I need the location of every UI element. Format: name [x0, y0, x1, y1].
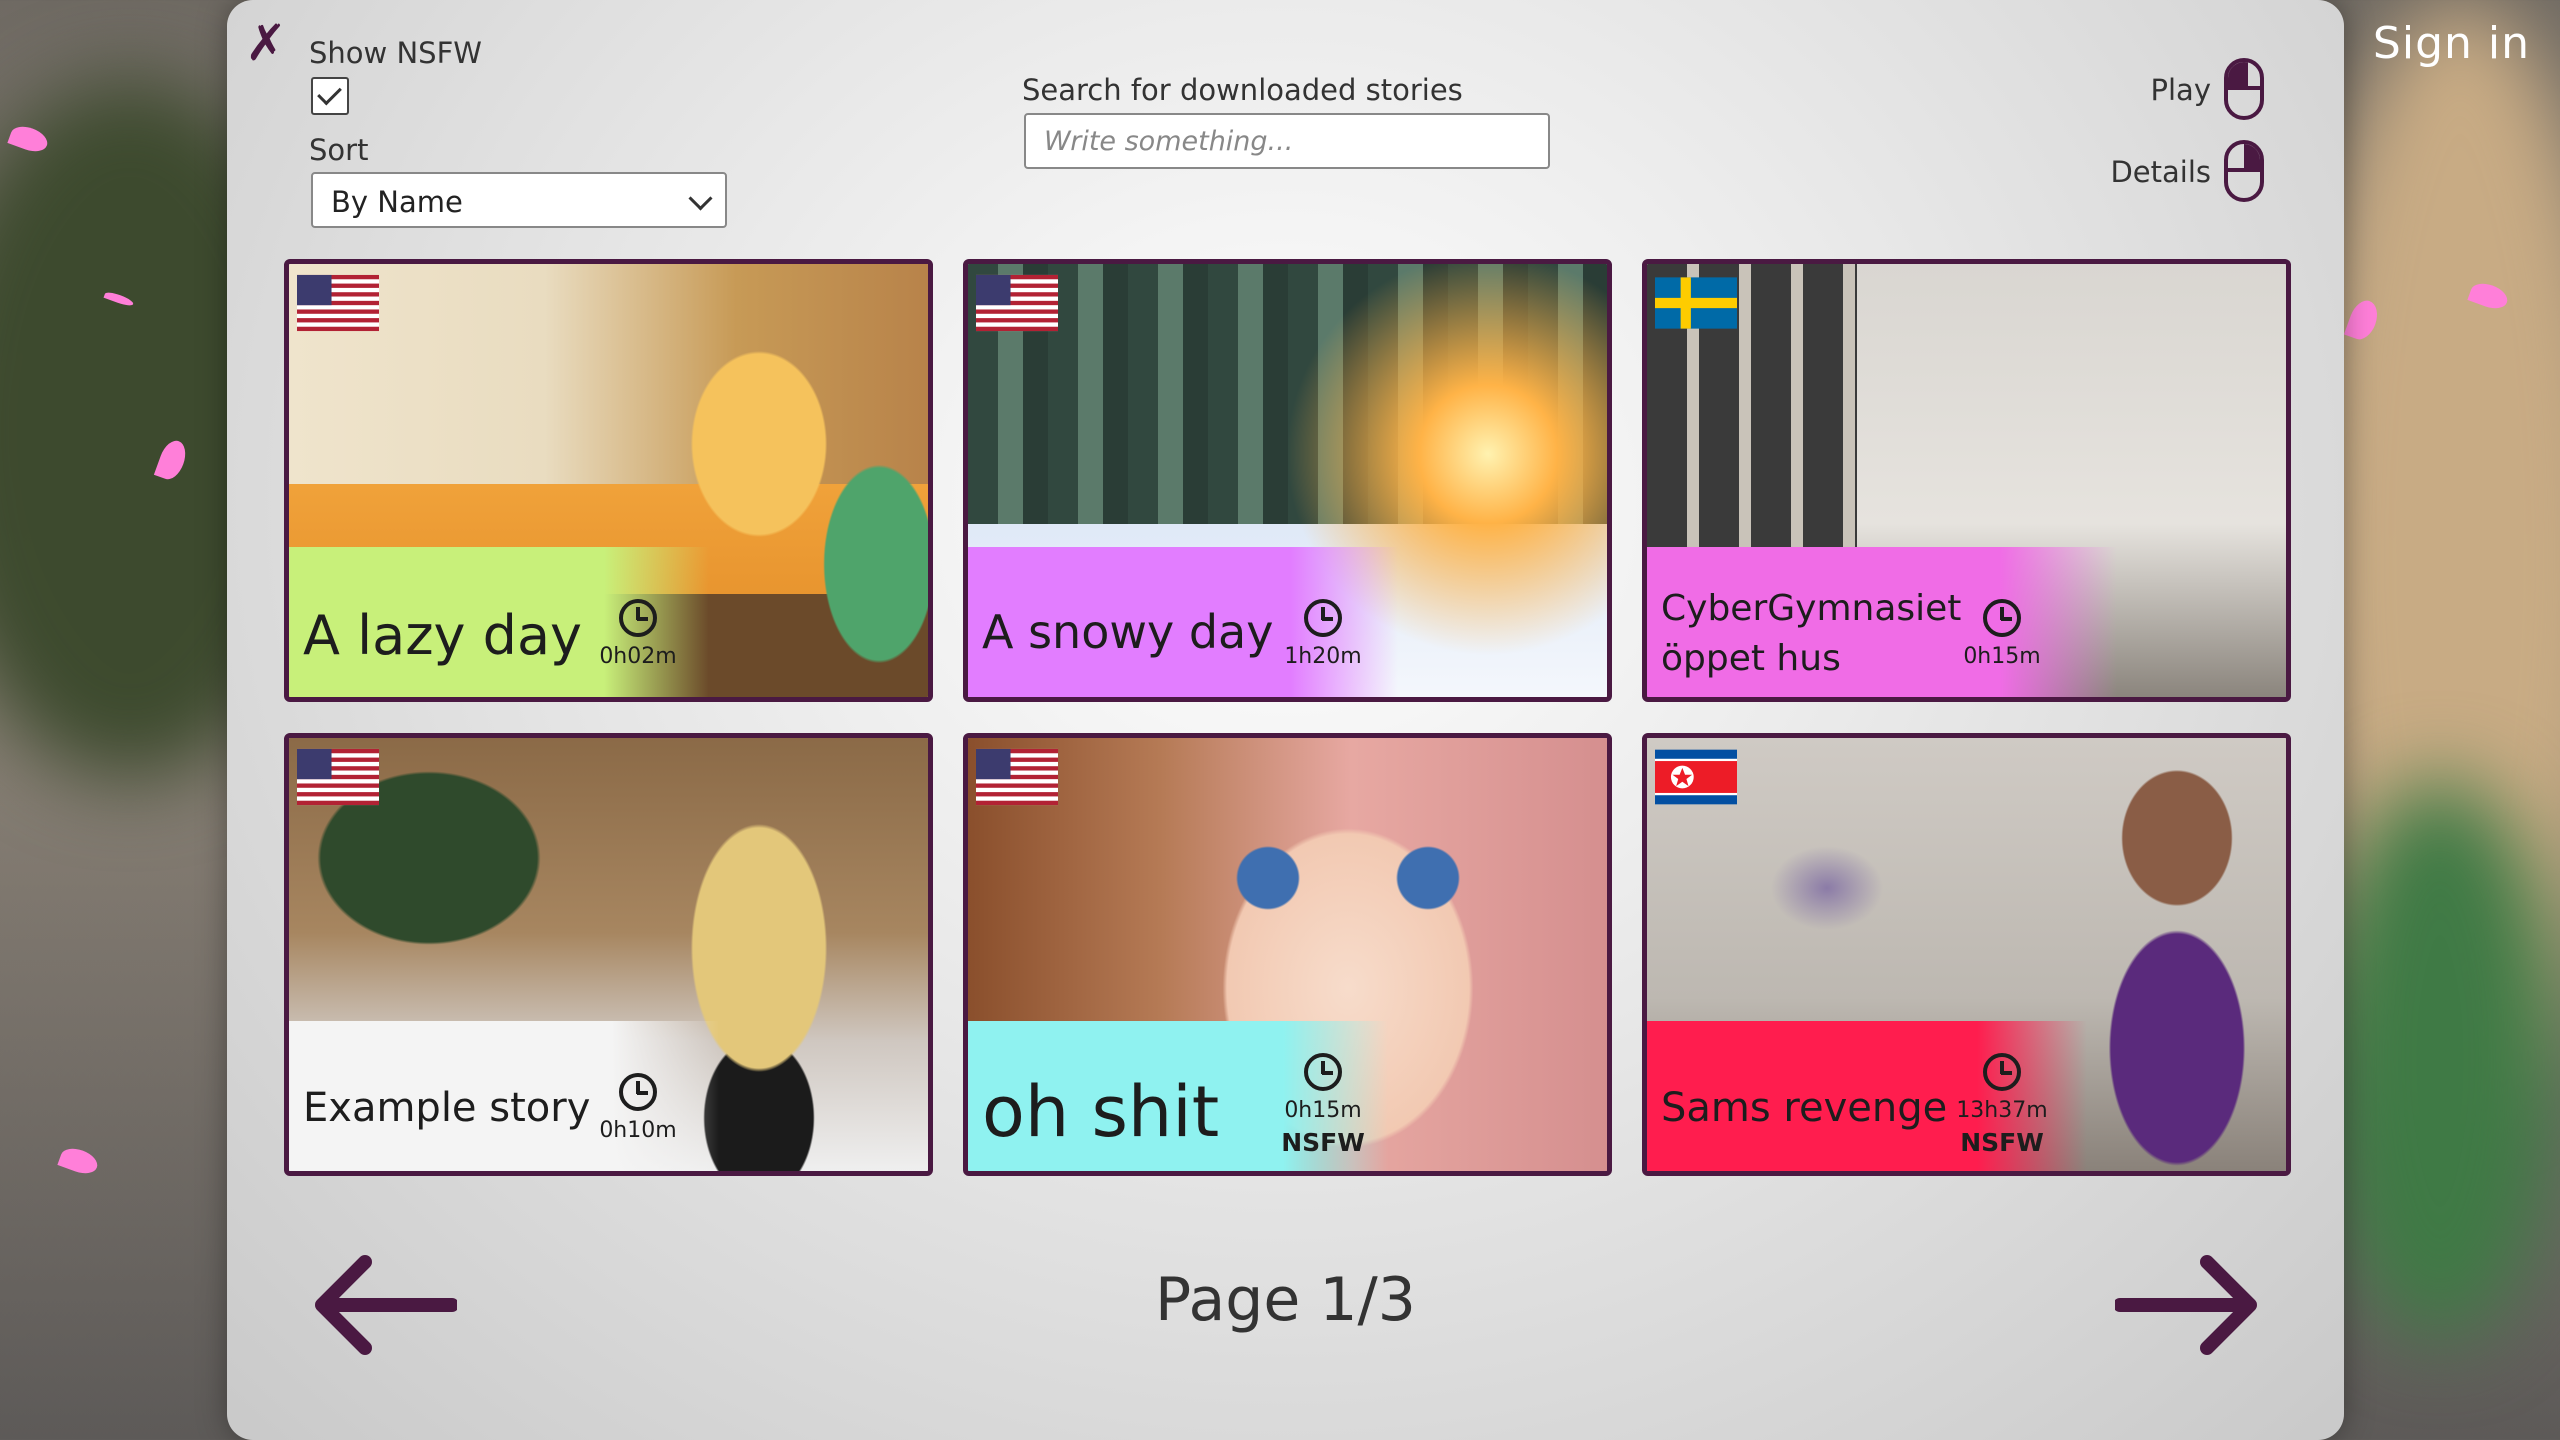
sort-dropdown[interactable]: By Name: [311, 172, 727, 228]
us-flag-icon: [976, 274, 1058, 332]
story-duration: 1h20m: [1284, 644, 1362, 669]
search-label: Search for downloaded stories: [1022, 73, 1463, 107]
show-nsfw-label: Show NSFW: [309, 36, 482, 70]
sort-selected-value: By Name: [331, 185, 463, 219]
petal-icon: [57, 1144, 101, 1178]
mouse-left-click-icon: [2224, 58, 2264, 120]
clock-icon: [1983, 599, 2021, 637]
clock-icon: [619, 599, 657, 637]
clock-icon: [619, 1073, 657, 1111]
sign-in-button[interactable]: Sign in: [2373, 18, 2530, 69]
story-browser-panel: ✗ Show NSFW Sort By Name Search for down…: [227, 0, 2344, 1440]
background-character: [2320, 780, 2560, 1340]
story-duration: 0h15m: [1284, 1098, 1362, 1123]
sort-label: Sort: [309, 133, 369, 167]
story-title: A snowy day: [982, 605, 1274, 659]
story-duration: 0h10m: [599, 1118, 677, 1143]
story-duration: 0h15m: [1963, 644, 2041, 669]
us-flag-icon: [976, 748, 1058, 806]
story-duration: 13h37m: [1956, 1098, 2048, 1123]
clock-icon: [1983, 1053, 2021, 1091]
story-title-line-1: CyberGymnasiet: [1661, 588, 1962, 629]
us-flag-icon: [297, 748, 379, 806]
play-hint-label: Play: [2150, 73, 2211, 107]
story-title: Example story: [303, 1085, 591, 1131]
se-flag-icon: [1655, 277, 1737, 329]
nsfw-badge: NSFW: [1960, 1128, 2044, 1157]
clock-icon: [1304, 1053, 1342, 1091]
search-input[interactable]: [1024, 113, 1550, 169]
story-title: Sams revenge: [1661, 1085, 1948, 1131]
clock-icon: [1304, 599, 1342, 637]
show-nsfw-checkbox[interactable]: [311, 77, 349, 115]
story-card-example-story[interactable]: Example story 0h10m: [284, 733, 933, 1176]
kp-flag-icon: [1655, 749, 1737, 805]
story-title: A lazy day: [303, 604, 582, 667]
story-card-a-lazy-day[interactable]: A lazy day 0h02m: [284, 259, 933, 702]
us-flag-icon: [297, 274, 379, 332]
story-card-oh-shit[interactable]: oh shit 0h15m NSFW: [963, 733, 1612, 1176]
details-hint-label: Details: [2110, 155, 2211, 189]
chevron-down-icon: [688, 186, 713, 211]
page-indicator: Page 1/3: [1155, 1265, 1416, 1335]
next-page-arrow-icon[interactable]: [2115, 1250, 2265, 1360]
story-card-cybergymnasiet[interactable]: CyberGymnasiet öppet hus 0h15m: [1642, 259, 2291, 702]
story-card-sams-revenge[interactable]: Sams revenge 13h37m NSFW: [1642, 733, 2291, 1176]
story-card-a-snowy-day[interactable]: A snowy day 1h20m: [963, 259, 1612, 702]
story-title-line-2: öppet hus: [1661, 638, 1841, 679]
close-icon[interactable]: ✗: [245, 14, 287, 72]
mouse-right-click-icon: [2224, 140, 2264, 202]
story-duration: 0h02m: [599, 644, 677, 669]
story-title: oh shit: [982, 1071, 1220, 1153]
nsfw-badge: NSFW: [1281, 1128, 1365, 1157]
